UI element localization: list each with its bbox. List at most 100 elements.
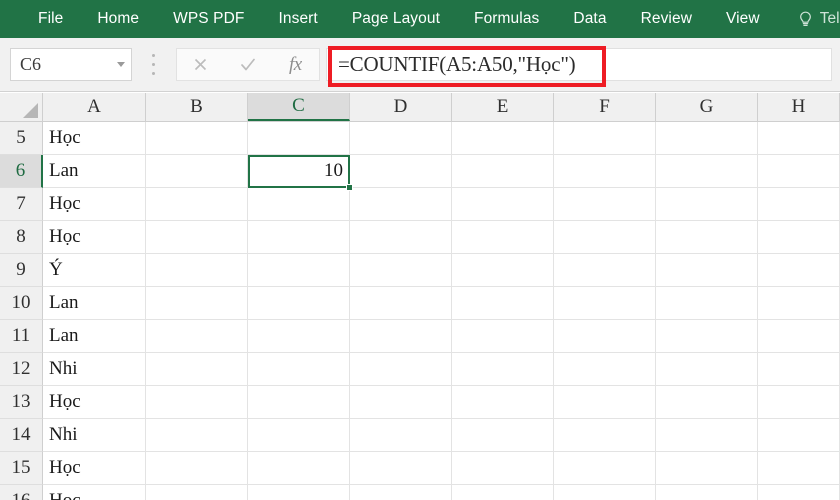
cell-H9[interactable] xyxy=(758,254,840,287)
ribbon-tab-review[interactable]: Review xyxy=(641,0,692,38)
cell-B7[interactable] xyxy=(146,188,248,221)
row-header-5[interactable]: 5 xyxy=(0,122,43,155)
cell-A12[interactable]: Nhi xyxy=(43,353,146,386)
cell-C15[interactable] xyxy=(248,452,350,485)
cell-G7[interactable] xyxy=(656,188,758,221)
cancel-x-icon[interactable] xyxy=(181,49,221,80)
enter-check-icon[interactable] xyxy=(228,49,268,80)
cell-B5[interactable] xyxy=(146,122,248,155)
row-header-14[interactable]: 14 xyxy=(0,419,43,452)
cell-E7[interactable] xyxy=(452,188,554,221)
select-all-corner[interactable] xyxy=(0,93,43,121)
cell-H15[interactable] xyxy=(758,452,840,485)
cell-H5[interactable] xyxy=(758,122,840,155)
cell-A8[interactable]: Học xyxy=(43,221,146,254)
name-box-dropdown-icon[interactable] xyxy=(111,49,131,80)
cell-B16[interactable] xyxy=(146,485,248,500)
cell-F15[interactable] xyxy=(554,452,656,485)
cell-G16[interactable] xyxy=(656,485,758,500)
row-header-13[interactable]: 13 xyxy=(0,386,43,419)
row-header-12[interactable]: 12 xyxy=(0,353,43,386)
cell-F12[interactable] xyxy=(554,353,656,386)
cell-G10[interactable] xyxy=(656,287,758,320)
ribbon-tab-insert[interactable]: Insert xyxy=(278,0,317,38)
row-header-11[interactable]: 11 xyxy=(0,320,43,353)
cell-E15[interactable] xyxy=(452,452,554,485)
cell-A13[interactable]: Học xyxy=(43,386,146,419)
cell-C9[interactable] xyxy=(248,254,350,287)
cell-E8[interactable] xyxy=(452,221,554,254)
cell-D9[interactable] xyxy=(350,254,452,287)
column-header-f[interactable]: F xyxy=(554,93,656,121)
cell-B13[interactable] xyxy=(146,386,248,419)
cell-C16[interactable] xyxy=(248,485,350,500)
cell-B10[interactable] xyxy=(146,287,248,320)
cell-A5[interactable]: Học xyxy=(43,122,146,155)
cell-C6[interactable]: 10 xyxy=(248,155,350,188)
cell-E14[interactable] xyxy=(452,419,554,452)
column-header-e[interactable]: E xyxy=(452,93,554,121)
cell-F16[interactable] xyxy=(554,485,656,500)
cell-D10[interactable] xyxy=(350,287,452,320)
row-header-10[interactable]: 10 xyxy=(0,287,43,320)
cell-A11[interactable]: Lan xyxy=(43,320,146,353)
cell-H10[interactable] xyxy=(758,287,840,320)
ribbon-tab-data[interactable]: Data xyxy=(573,0,606,38)
ribbon-tab-wps-pdf[interactable]: WPS PDF xyxy=(173,0,244,38)
cell-G5[interactable] xyxy=(656,122,758,155)
row-header-16[interactable]: 16 xyxy=(0,485,43,500)
cell-C5[interactable] xyxy=(248,122,350,155)
cell-E13[interactable] xyxy=(452,386,554,419)
cell-D11[interactable] xyxy=(350,320,452,353)
cell-F6[interactable] xyxy=(554,155,656,188)
cell-G12[interactable] xyxy=(656,353,758,386)
cell-G11[interactable] xyxy=(656,320,758,353)
cell-C14[interactable] xyxy=(248,419,350,452)
ribbon-tab-page-layout[interactable]: Page Layout xyxy=(352,0,440,38)
cell-D8[interactable] xyxy=(350,221,452,254)
cell-A7[interactable]: Học xyxy=(43,188,146,221)
cell-A10[interactable]: Lan xyxy=(43,287,146,320)
cell-E6[interactable] xyxy=(452,155,554,188)
cell-B12[interactable] xyxy=(146,353,248,386)
cell-H13[interactable] xyxy=(758,386,840,419)
cell-D7[interactable] xyxy=(350,188,452,221)
cell-B8[interactable] xyxy=(146,221,248,254)
cell-E9[interactable] xyxy=(452,254,554,287)
cell-D14[interactable] xyxy=(350,419,452,452)
fx-icon[interactable]: fx xyxy=(275,49,315,80)
cell-A6[interactable]: Lan xyxy=(43,155,146,188)
column-header-b[interactable]: B xyxy=(146,93,248,121)
ribbon-tab-home[interactable]: Home xyxy=(97,0,139,38)
column-header-g[interactable]: G xyxy=(656,93,758,121)
cell-C12[interactable] xyxy=(248,353,350,386)
cell-F5[interactable] xyxy=(554,122,656,155)
cell-H8[interactable] xyxy=(758,221,840,254)
cell-E11[interactable] xyxy=(452,320,554,353)
ribbon-tab-formulas[interactable]: Formulas xyxy=(474,0,539,38)
cell-A16[interactable]: Học xyxy=(43,485,146,500)
cell-E16[interactable] xyxy=(452,485,554,500)
cell-G14[interactable] xyxy=(656,419,758,452)
column-header-d[interactable]: D xyxy=(350,93,452,121)
cell-C7[interactable] xyxy=(248,188,350,221)
cell-C10[interactable] xyxy=(248,287,350,320)
cell-F9[interactable] xyxy=(554,254,656,287)
row-header-6[interactable]: 6 xyxy=(0,155,43,188)
cell-G6[interactable] xyxy=(656,155,758,188)
ribbon-tab-file[interactable]: File xyxy=(38,0,63,38)
cell-F10[interactable] xyxy=(554,287,656,320)
cell-B14[interactable] xyxy=(146,419,248,452)
cell-A9[interactable]: Ý xyxy=(43,254,146,287)
cell-G8[interactable] xyxy=(656,221,758,254)
cell-A14[interactable]: Nhi xyxy=(43,419,146,452)
column-header-h[interactable]: H xyxy=(758,93,840,121)
cell-B15[interactable] xyxy=(146,452,248,485)
cell-G15[interactable] xyxy=(656,452,758,485)
cell-F8[interactable] xyxy=(554,221,656,254)
cell-H16[interactable] xyxy=(758,485,840,500)
cell-H6[interactable] xyxy=(758,155,840,188)
fill-handle[interactable] xyxy=(346,184,353,191)
cell-H7[interactable] xyxy=(758,188,840,221)
cell-B6[interactable] xyxy=(146,155,248,188)
